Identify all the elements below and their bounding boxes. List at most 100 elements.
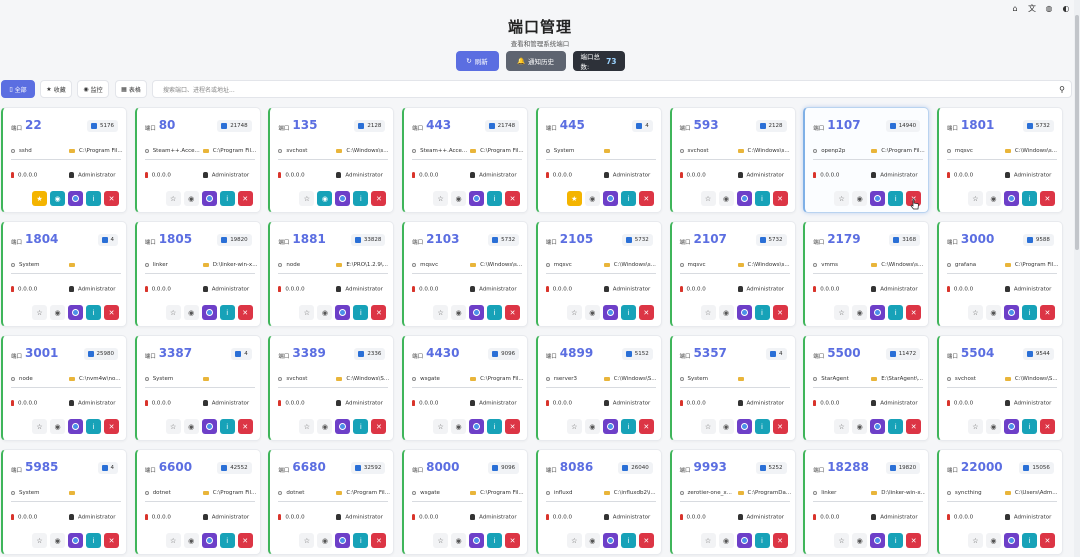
favorite-button[interactable]: ☆	[566, 305, 582, 320]
favorite-button[interactable]: ☆	[967, 533, 983, 548]
details-button[interactable]: i	[487, 305, 503, 320]
open-browser-button[interactable]	[68, 305, 83, 320]
monitor-button[interactable]: ◉	[985, 191, 1001, 206]
monitor-button[interactable]: ◉	[317, 305, 333, 320]
kill-process-button[interactable]: ✕	[1039, 191, 1055, 206]
kill-process-button[interactable]: ✕	[906, 305, 922, 320]
filter-all-button[interactable]: ▯ 全部	[1, 80, 35, 98]
favorite-button[interactable]: ☆	[967, 191, 983, 206]
monitor-button[interactable]: ◉	[183, 533, 199, 548]
kill-process-button[interactable]: ✕	[104, 191, 119, 206]
refresh-button[interactable]: ↻ 刷新	[455, 51, 499, 71]
kill-process-button[interactable]: ✕	[772, 533, 788, 548]
favorite-button[interactable]: ☆	[700, 305, 716, 320]
favorite-button[interactable]: ☆	[165, 419, 181, 434]
search-icon[interactable]: ⚲	[1059, 85, 1065, 94]
kill-process-button[interactable]: ✕	[906, 191, 922, 206]
monitor-button[interactable]: ◉	[50, 305, 65, 320]
favorite-button[interactable]: ☆	[299, 305, 315, 320]
monitor-button[interactable]: ◉	[451, 419, 467, 434]
details-button[interactable]: i	[86, 191, 101, 206]
port-card[interactable]: 端口 1804 4 System 0.0.0.0 Administrator ☆ ◉ i ✕	[1, 221, 127, 327]
open-browser-button[interactable]	[68, 419, 83, 434]
favorite-button[interactable]: ☆	[433, 533, 449, 548]
favorite-button[interactable]: ☆	[834, 191, 850, 206]
kill-process-button[interactable]: ✕	[237, 305, 253, 320]
favorite-button[interactable]: ★	[32, 191, 47, 206]
favorite-button[interactable]: ☆	[566, 533, 582, 548]
favorite-button[interactable]: ☆	[566, 419, 582, 434]
monitor-button[interactable]: ◉	[50, 419, 65, 434]
port-card[interactable]: 端口 2105 5732 mqsvc C:\Windows\s... 0.0.0.0 Adm…	[535, 221, 662, 327]
details-button[interactable]: i	[620, 191, 636, 206]
favorite-button[interactable]: ☆	[433, 191, 449, 206]
favorite-button[interactable]: ☆	[32, 533, 47, 548]
favorite-button[interactable]: ☆	[299, 419, 315, 434]
details-button[interactable]: i	[86, 305, 101, 320]
favorite-button[interactable]: ☆	[433, 305, 449, 320]
kill-process-button[interactable]: ✕	[104, 419, 119, 434]
search-input[interactable]: 搜索端口、进程名或地址... ⚲	[152, 80, 1072, 98]
favorite-button[interactable]: ☆	[32, 305, 47, 320]
port-card[interactable]: 端口 22 5176 sshd C:\Program Fil... 0.0.0.0 Admi…	[1, 107, 127, 213]
favorite-button[interactable]: ☆	[700, 419, 716, 434]
details-button[interactable]: i	[1021, 419, 1037, 434]
details-button[interactable]: i	[754, 305, 770, 320]
monitor-button[interactable]: ◉	[584, 533, 600, 548]
port-card[interactable]: 端口 5500 11472 StarAgent E:\StarAgent\... 0.0.…	[803, 335, 930, 441]
port-card[interactable]: 端口 80 21748 Steam++.Acce... C:\Program Fil..…	[134, 107, 261, 213]
open-browser-button[interactable]	[602, 419, 618, 434]
open-browser-button[interactable]	[469, 419, 485, 434]
port-card[interactable]: 端口 6600 42552 dotnet C:\Program Fil... 0.0.0.…	[134, 449, 261, 555]
favorite-button[interactable]: ☆	[967, 419, 983, 434]
favorite-button[interactable]: ☆	[165, 533, 181, 548]
monitor-button[interactable]: ◉	[183, 419, 199, 434]
filter-favorites-button[interactable]: ★ 收藏	[40, 80, 72, 98]
kill-process-button[interactable]: ✕	[638, 191, 654, 206]
monitor-button[interactable]: ◉	[985, 305, 1001, 320]
port-card[interactable]: 端口 135 2128 svchost C:\Windows\s... 0.0.0.0 Ad…	[268, 107, 395, 213]
monitor-button[interactable]: ◉	[852, 191, 868, 206]
favorite-button[interactable]: ★	[566, 191, 582, 206]
monitor-button[interactable]: ◉	[451, 533, 467, 548]
monitor-button[interactable]: ◉	[183, 305, 199, 320]
globe-icon[interactable]: ◍	[1045, 4, 1053, 13]
details-button[interactable]: i	[754, 419, 770, 434]
open-browser-button[interactable]	[1003, 305, 1019, 320]
favorite-button[interactable]: ☆	[834, 533, 850, 548]
monitor-button[interactable]: ◉	[317, 191, 333, 206]
kill-process-button[interactable]: ✕	[505, 191, 521, 206]
open-browser-button[interactable]	[201, 419, 217, 434]
details-button[interactable]: i	[1021, 191, 1037, 206]
kill-process-button[interactable]: ✕	[772, 305, 788, 320]
monitor-button[interactable]: ◉	[718, 419, 734, 434]
port-card[interactable]: 端口 9993 5252 zerotier-one_x... C:\ProgramDa.…	[669, 449, 796, 555]
page-scrollbar[interactable]	[1074, 0, 1080, 557]
details-button[interactable]: i	[219, 533, 235, 548]
home-icon[interactable]: ⌂	[1011, 4, 1019, 13]
open-browser-button[interactable]	[602, 191, 618, 206]
details-button[interactable]: i	[487, 533, 503, 548]
port-card[interactable]: 端口 8086 26040 influxd C:\influxdb2\i... 0.0.0…	[535, 449, 662, 555]
details-button[interactable]: i	[620, 305, 636, 320]
open-browser-button[interactable]	[335, 419, 351, 434]
kill-process-button[interactable]: ✕	[906, 419, 922, 434]
open-browser-button[interactable]	[201, 533, 217, 548]
monitor-button[interactable]: ◉	[852, 419, 868, 434]
details-button[interactable]: i	[487, 419, 503, 434]
port-card[interactable]: 端口 1801 5732 mqsvc C:\Windows\s... 0.0.0.0 Adm…	[936, 107, 1063, 213]
favorite-button[interactable]: ☆	[967, 305, 983, 320]
details-button[interactable]: i	[86, 533, 101, 548]
port-card[interactable]: 端口 4899 5152 rserver3 C:\Windows\S... 0.0.0.0…	[535, 335, 662, 441]
translate-icon[interactable]: 文	[1028, 4, 1036, 13]
port-card[interactable]: 端口 3001 25980 node C:\nvm4w\no... 0.0.0.0 Admi…	[1, 335, 127, 441]
details-button[interactable]: i	[888, 419, 904, 434]
kill-process-button[interactable]: ✕	[1039, 419, 1055, 434]
kill-process-button[interactable]: ✕	[1039, 305, 1055, 320]
monitor-button[interactable]: ◉	[584, 419, 600, 434]
monitor-button[interactable]: ◉	[317, 419, 333, 434]
details-button[interactable]: i	[754, 191, 770, 206]
open-browser-button[interactable]	[1003, 191, 1019, 206]
monitor-button[interactable]: ◉	[50, 191, 65, 206]
kill-process-button[interactable]: ✕	[505, 419, 521, 434]
